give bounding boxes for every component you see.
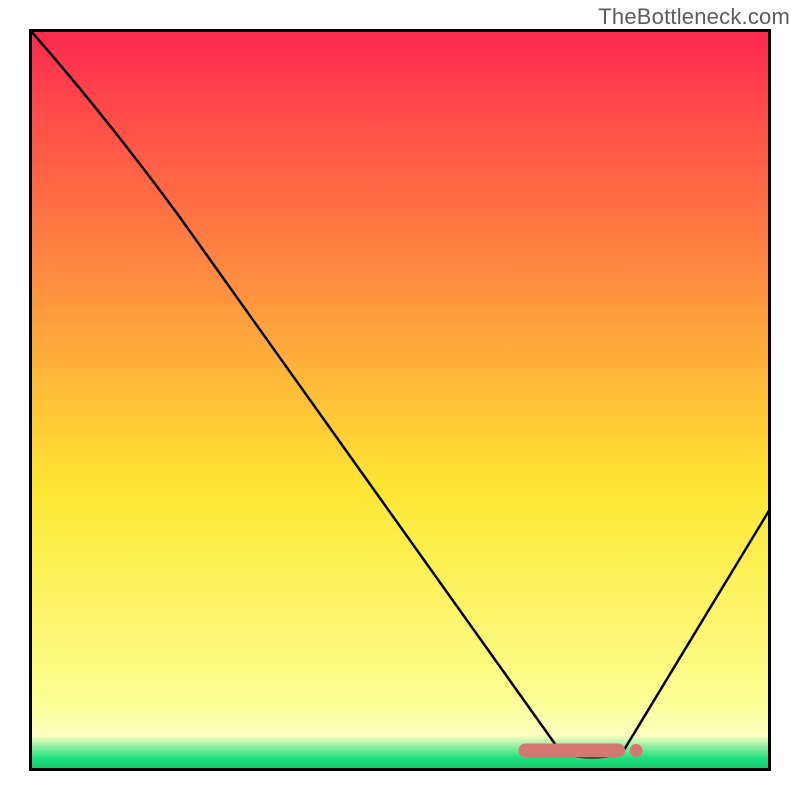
bottleneck-chart <box>29 29 771 771</box>
chart-background <box>31 31 769 769</box>
chart-container: TheBottleneck.com <box>0 0 800 800</box>
watermark-text: TheBottleneck.com <box>598 4 790 30</box>
highlight-marker-dot <box>630 744 643 757</box>
